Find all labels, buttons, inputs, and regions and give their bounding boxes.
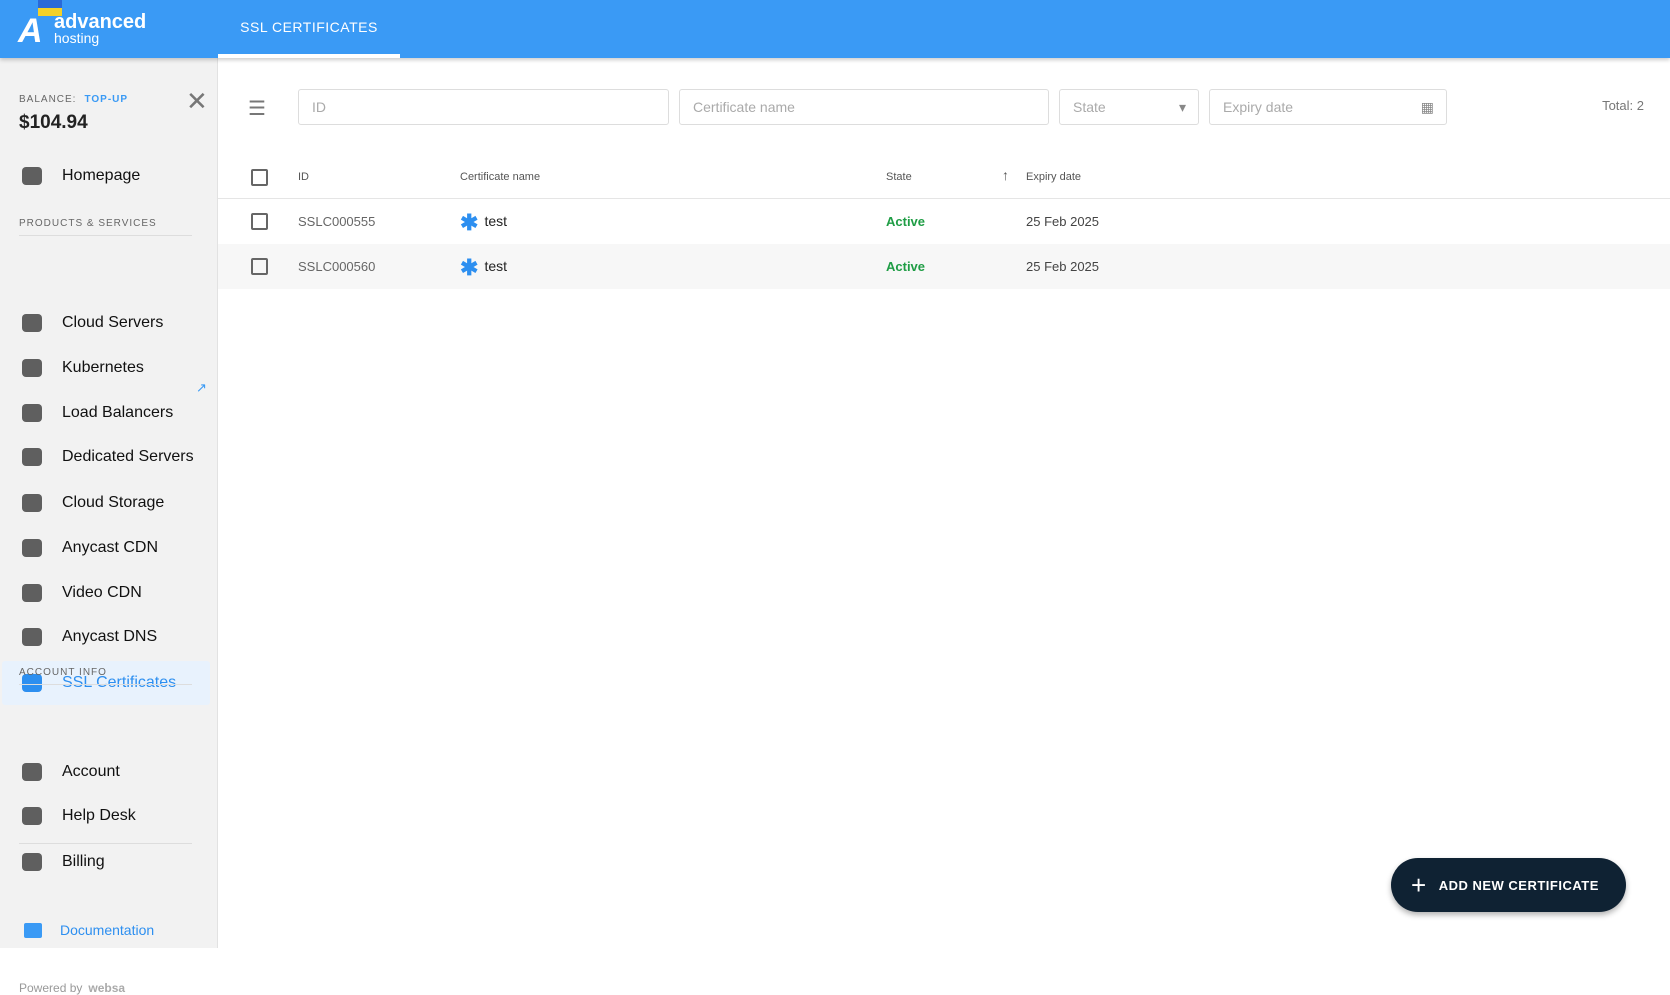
row-checkbox[interactable] [251,258,268,275]
total-count: Total: 2 [1602,98,1644,113]
home-icon [20,165,44,187]
close-icon[interactable]: ✕ [186,86,208,117]
server-stack-icon [20,312,44,334]
column-header-state[interactable]: State [886,171,912,183]
column-header-expiry[interactable]: Expiry date [1026,171,1081,183]
powered-by: Powered by websa [19,981,126,995]
sort-arrow-up-icon[interactable]: ↑ [1002,167,1009,183]
sidebar-item-label: Help Desk [62,807,136,824]
sidebar-item-billing[interactable]: Billing [2,840,210,884]
add-new-certificate-button[interactable]: + ADD NEW CERTIFICATE [1391,858,1626,912]
status-badge: Active [886,214,926,229]
sidebar-item-anycast-dns[interactable]: Anycast DNS [2,615,210,659]
sidebar-item-account[interactable]: Account [2,750,210,794]
sidebar-item-label: Anycast CDN [62,539,159,556]
balance-label: BALANCE: TOP-UP [19,94,129,105]
load-balancer-icon [20,402,44,424]
sidebar-item-label: Homepage [62,167,141,184]
sidebar-item-label: Video CDN [62,584,142,601]
column-header-name[interactable]: Certificate name [460,171,540,183]
chat-icon [20,805,44,827]
sidebar-item-help-desk[interactable]: Help Desk [2,794,210,838]
sidebar-item-label: Billing [62,853,105,870]
cell-expiry: 25 Feb 2025 [1026,214,1100,229]
filter-icon[interactable]: ☰ [248,96,266,121]
status-badge: Active [886,259,926,274]
cell-id: SSLC000555 [298,214,376,229]
certificate-name-filter-input[interactable]: Certificate name [679,89,1049,125]
topup-link[interactable]: TOP-UP [84,94,128,105]
sidebar-item-label: Kubernetes [62,359,144,376]
tab-ssl-certificates[interactable]: SSL CERTIFICATES [218,0,400,58]
cell-expiry: 25 Feb 2025 [1026,259,1100,274]
wildcard-asterisk-icon: ✱ [460,209,479,235]
documentation-label: Documentation [60,922,155,938]
section-products: PRODUCTS & SERVICES [19,218,192,236]
calendar-icon: ▦ [1420,99,1434,115]
sidebar-item-dedicated-servers[interactable]: Dedicated Servers [2,435,210,479]
balance-value: $104.94 [19,112,88,133]
kubernetes-icon [20,357,44,379]
plus-icon: + [1411,869,1427,900]
section-account: ACCOUNT INFO [19,667,192,685]
row-checkbox[interactable] [251,213,268,230]
sidebar-item-label: Cloud Storage [62,494,165,511]
table-row[interactable]: SSLC000560 ✱ test Active 25 Feb 2025 [218,244,1670,289]
sidebar-item-homepage[interactable]: Homepage [2,154,210,198]
sidebar: BALANCE: TOP-UP $104.94 ✕ Homepage PRODUC… [0,58,218,995]
sidebar-item-label: Anycast DNS [62,628,158,645]
state-select[interactable]: State ▾ [1059,89,1199,125]
cloud-cdn-icon [20,537,44,559]
select-all-checkbox[interactable] [251,169,268,186]
cell-name[interactable]: ✱ test [460,199,507,245]
table-row[interactable]: SSLC000555 ✱ test Active 25 Feb 2025 [218,199,1670,244]
wildcard-asterisk-icon: ✱ [460,254,479,280]
chevron-down-icon: ▾ [1178,99,1186,115]
logo-subtext: hosting [54,30,100,46]
sidebar-item-label: Account [62,763,120,780]
logo-mark: A [18,12,43,50]
expiry-date-filter-input[interactable]: Expiry date ▦ [1209,89,1447,125]
sidebar-item-label: Cloud Servers [62,314,164,331]
external-link-icon[interactable]: ↗ [196,380,207,396]
users-icon [20,761,44,783]
storage-icon [20,492,44,514]
column-header-id[interactable]: ID [298,171,309,183]
divider [19,843,192,844]
sidebar-item-video-cdn[interactable]: Video CDN [2,571,210,615]
sidebar-item-cloud-servers[interactable]: Cloud Servers [2,301,210,345]
sidebar-item-cloud-storage[interactable]: Cloud Storage [2,481,210,525]
sidebar-item-kubernetes[interactable]: Kubernetes [2,346,210,390]
cell-name[interactable]: ✱ test [460,244,507,290]
sidebar-item-load-balancers[interactable]: Load Balancers [2,391,210,435]
sidebar-item-label: Load Balancers [62,404,174,421]
websa-logo: websa [88,981,126,995]
book-icon [24,922,42,938]
documentation-link[interactable]: Documentation [24,922,154,938]
dns-icon [20,626,44,648]
dollar-icon [20,851,44,873]
cell-id: SSLC000560 [298,259,376,274]
dedicated-server-icon [20,446,44,468]
sidebar-item-label: Dedicated Servers [62,448,194,465]
id-filter-input[interactable]: ID [298,89,669,125]
sidebar-item-anycast-cdn[interactable]: Anycast CDN [2,526,210,570]
video-cdn-icon [20,582,44,604]
top-bar: A advanced hosting SSL CERTIFICATES [0,0,1670,58]
